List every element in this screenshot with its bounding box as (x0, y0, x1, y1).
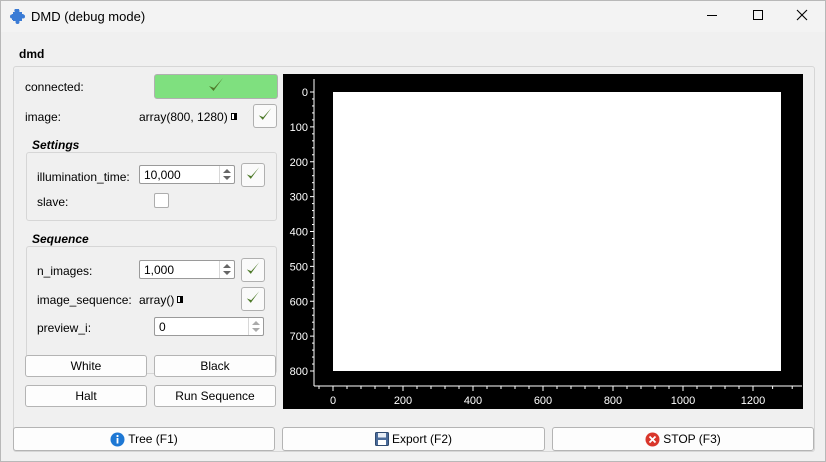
spin-up-icon[interactable] (252, 321, 260, 325)
check-icon (245, 166, 261, 184)
minimize-icon (706, 9, 718, 24)
n-images-label: n_images: (37, 264, 93, 278)
slave-label: slave: (37, 195, 69, 209)
image-preview-plot[interactable]: 0 100 200 300 400 500 600 700 800 0 200 400 600 800 10… (283, 74, 803, 409)
y-tick-label: 100 (290, 122, 308, 134)
maximize-button[interactable] (735, 1, 781, 32)
floppy-disk-icon (374, 432, 389, 446)
tree-button[interactable]: Tree (F1) (13, 427, 275, 451)
check-icon (245, 290, 261, 308)
array-icon (230, 113, 237, 120)
check-icon (257, 107, 273, 125)
array-icon (177, 296, 184, 303)
spin-arrows[interactable] (219, 261, 234, 278)
image-apply-button[interactable] (253, 104, 277, 128)
spin-down-icon[interactable] (223, 176, 231, 180)
n-images-spinbox[interactable]: 1,000 (139, 260, 235, 279)
window-title: DMD (debug mode) (31, 9, 146, 24)
white-button[interactable]: White (25, 355, 147, 377)
run-sequence-button[interactable]: Run Sequence (154, 385, 276, 407)
y-tick-label: 400 (290, 227, 308, 239)
preview-i-label: preview_i: (37, 321, 92, 335)
x-tick-label: 600 (534, 395, 552, 407)
spin-up-icon[interactable] (223, 169, 231, 173)
image-sequence-apply-button[interactable] (241, 287, 265, 311)
close-button[interactable] (779, 1, 825, 32)
spin-arrows[interactable] (219, 166, 234, 183)
image-value-text: array(800, 1280) (139, 110, 228, 124)
preview-i-spinbox[interactable]: 0 (154, 317, 264, 336)
image-value: array(800, 1280) (139, 110, 237, 124)
n-images-apply-button[interactable] (241, 258, 265, 282)
close-icon (796, 9, 808, 24)
image-sequence-value: array() (139, 293, 184, 307)
x-tick-label: 1200 (741, 395, 765, 407)
y-tick-label: 700 (290, 331, 308, 343)
image-sequence-label: image_sequence: (37, 293, 132, 307)
tree-button-label: Tree (F1) (128, 432, 178, 446)
spin-up-icon[interactable] (223, 264, 231, 268)
spin-arrows[interactable] (248, 318, 263, 335)
stop-button[interactable]: STOP (F3) (552, 427, 814, 451)
black-button[interactable]: Black (154, 355, 276, 377)
x-tick-label: 800 (604, 395, 622, 407)
image-sequence-value-text: array() (139, 293, 175, 307)
image-area (333, 92, 781, 371)
minimize-button[interactable] (689, 1, 735, 32)
preview-i-value: 0 (159, 320, 166, 334)
y-tick-label: 500 (290, 261, 308, 273)
window: DMD (debug mode) dmd connected: image: a… (0, 0, 826, 462)
illumination-time-spinbox[interactable]: 10,000 (139, 165, 235, 184)
x-tick-label: 0 (330, 395, 336, 407)
x-tick-label: 1000 (671, 395, 695, 407)
y-tick-label: 800 (290, 366, 308, 378)
group-title: dmd (19, 47, 45, 61)
settings-title: Settings (32, 138, 80, 152)
spin-down-icon[interactable] (252, 328, 260, 332)
halt-button[interactable]: Halt (25, 385, 147, 407)
check-icon (207, 77, 225, 96)
maximize-icon (752, 9, 764, 24)
image-label: image: (25, 110, 62, 124)
x-tick-label: 400 (464, 395, 482, 407)
stop-button-label: STOP (F3) (663, 432, 721, 446)
y-tick-label: 0 (302, 87, 308, 99)
title-bar: DMD (debug mode) (1, 1, 825, 32)
export-button-label: Export (F2) (391, 432, 452, 446)
y-tick-label: 300 (290, 192, 308, 204)
info-icon (110, 432, 125, 447)
illumination-time-value: 10,000 (144, 168, 181, 182)
x-tick-label: 200 (394, 395, 412, 407)
connected-label: connected: (25, 80, 84, 94)
y-tick-label: 200 (290, 157, 308, 169)
spin-down-icon[interactable] (223, 271, 231, 275)
slave-checkbox[interactable] (154, 193, 169, 208)
connected-indicator (154, 74, 278, 99)
settings-box (26, 152, 277, 221)
y-tick-label: 600 (290, 296, 308, 308)
export-button[interactable]: Export (F2) (282, 427, 545, 451)
sequence-title: Sequence (32, 232, 89, 246)
stop-icon (645, 432, 660, 447)
puzzle-icon (9, 8, 26, 28)
illumination-time-label: illumination_time: (37, 170, 130, 184)
illumination-time-apply-button[interactable] (241, 163, 265, 187)
image-plot-svg: 0 100 200 300 400 500 600 700 800 0 200 400 600 800 10… (290, 79, 802, 407)
n-images-value: 1,000 (144, 263, 175, 277)
main-content: dmd connected: image: array(800, 1280) S… (1, 32, 825, 461)
check-icon (245, 261, 261, 279)
